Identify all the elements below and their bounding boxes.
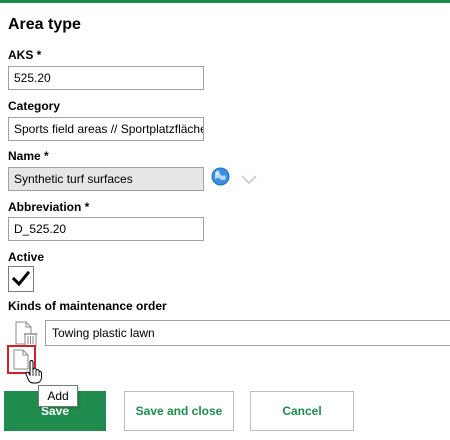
page-title: Area type (8, 16, 81, 33)
category-field[interactable]: Sports field areas // Sportplatzfläche (8, 117, 204, 141)
chevron-down-icon[interactable] (241, 172, 257, 185)
document-delete-icon[interactable] (12, 320, 40, 348)
abbreviation-label: Abbreviation * (8, 200, 90, 214)
cancel-button[interactable]: Cancel (250, 391, 354, 431)
hand-cursor-icon (25, 359, 43, 384)
save-and-close-button[interactable]: Save and close (124, 391, 234, 431)
add-tooltip: Add (38, 385, 78, 407)
abbreviation-field[interactable]: D_525.20 (8, 217, 204, 241)
category-label: Category (8, 99, 61, 113)
maintenance-item-field[interactable]: Towing plastic lawn (45, 320, 450, 346)
checkmark-icon (12, 271, 30, 287)
active-checkbox[interactable] (8, 266, 34, 292)
aks-field[interactable]: 525.20 (8, 66, 204, 90)
active-label: Active (8, 250, 45, 264)
maintenance-label: Kinds of maintenance order (8, 299, 167, 313)
name-label: Name * (8, 149, 49, 163)
globe-icon[interactable] (211, 167, 230, 186)
name-field[interactable]: Synthetic turf surfaces (8, 167, 204, 191)
aks-label: AKS * (8, 48, 42, 62)
top-accent-border (0, 0, 450, 3)
